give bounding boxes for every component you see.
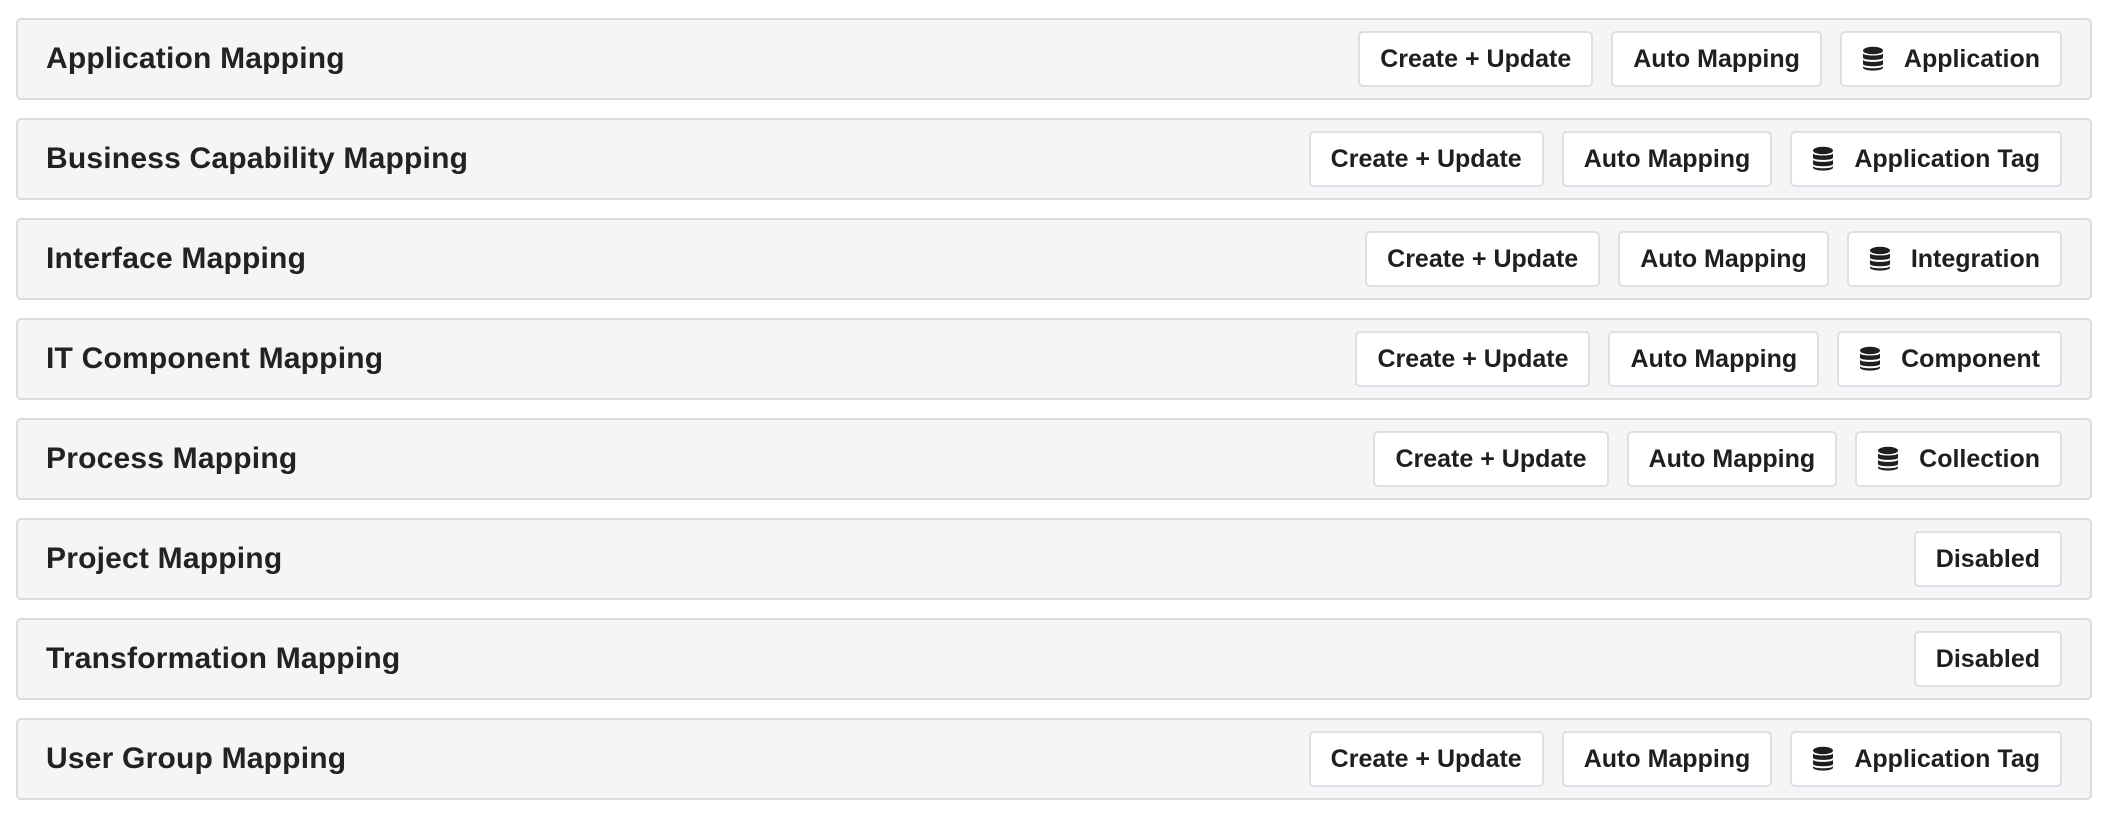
button-label: Integration xyxy=(1910,244,2040,273)
source-button[interactable]: Component xyxy=(1837,331,2062,387)
button-label: Create + Update xyxy=(1330,144,1522,173)
row-actions: Disabled xyxy=(1913,531,2062,587)
row-title: User Group Mapping xyxy=(46,742,347,775)
create-update-button[interactable]: Create + Update xyxy=(1355,331,1591,387)
source-button[interactable]: Collection xyxy=(1855,431,2062,487)
button-label: Auto Mapping xyxy=(1648,444,1816,473)
button-label: Auto Mapping xyxy=(1583,744,1751,773)
create-update-button[interactable]: Create + Update xyxy=(1373,431,1609,487)
source-button[interactable]: Application Tag xyxy=(1790,131,2062,187)
row-actions: Create + Update Auto Mapping Application… xyxy=(1308,731,2062,787)
create-update-button[interactable]: Create + Update xyxy=(1308,731,1544,787)
auto-mapping-button[interactable]: Auto Mapping xyxy=(1561,731,1773,787)
disabled-button[interactable]: Disabled xyxy=(1913,631,2062,687)
button-label: Create + Update xyxy=(1377,344,1569,373)
row-actions: Disabled xyxy=(1913,631,2062,687)
source-button[interactable]: Integration xyxy=(1846,231,2062,287)
row-actions: Create + Update Auto Mapping Component xyxy=(1355,331,2062,387)
source-button[interactable]: Application Tag xyxy=(1790,731,2062,787)
mapping-row-interface: Interface Mapping Create + Update Auto M… xyxy=(16,218,2092,300)
button-label: Application xyxy=(1903,44,2040,73)
create-update-button[interactable]: Create + Update xyxy=(1358,31,1594,87)
button-label: Create + Update xyxy=(1395,444,1587,473)
row-title: IT Component Mapping xyxy=(46,342,384,375)
button-label: Auto Mapping xyxy=(1630,344,1798,373)
mapping-row-project: Project Mapping Disabled xyxy=(16,518,2092,600)
button-label: Application Tag xyxy=(1854,144,2040,173)
button-label: Disabled xyxy=(1935,644,2040,673)
create-update-button[interactable]: Create + Update xyxy=(1365,231,1601,287)
mapping-row-application: Application Mapping Create + Update Auto… xyxy=(16,18,2092,100)
auto-mapping-button[interactable]: Auto Mapping xyxy=(1608,331,1820,387)
row-actions: Create + Update Auto Mapping Application xyxy=(1358,31,2062,87)
mapping-row-business-capability: Business Capability Mapping Create + Upd… xyxy=(16,118,2092,200)
database-icon xyxy=(1862,46,1884,72)
mapping-row-user-group: User Group Mapping Create + Update Auto … xyxy=(16,718,2092,800)
auto-mapping-button[interactable]: Auto Mapping xyxy=(1611,31,1822,87)
auto-mapping-button[interactable]: Auto Mapping xyxy=(1626,431,1838,487)
database-icon xyxy=(1859,346,1881,372)
mapping-row-transformation: Transformation Mapping Disabled xyxy=(16,618,2092,700)
row-actions: Create + Update Auto Mapping Integration xyxy=(1365,231,2062,287)
row-title: Process Mapping xyxy=(46,442,298,475)
database-icon xyxy=(1869,246,1891,272)
row-actions: Create + Update Auto Mapping Collection xyxy=(1373,431,2062,487)
button-label: Auto Mapping xyxy=(1583,144,1751,173)
row-title: Project Mapping xyxy=(46,542,283,575)
mapping-row-process: Process Mapping Create + Update Auto Map… xyxy=(16,418,2092,500)
button-label: Create + Update xyxy=(1380,44,1572,73)
disabled-button[interactable]: Disabled xyxy=(1913,531,2062,587)
row-title: Transformation Mapping xyxy=(46,642,401,675)
row-title: Application Mapping xyxy=(46,42,345,75)
database-icon xyxy=(1877,446,1899,472)
database-icon xyxy=(1812,146,1834,172)
button-label: Collection xyxy=(1919,444,2040,473)
button-label: Create + Update xyxy=(1387,244,1579,273)
create-update-button[interactable]: Create + Update xyxy=(1308,131,1544,187)
source-button[interactable]: Application xyxy=(1839,31,2062,87)
row-title: Interface Mapping xyxy=(46,242,307,275)
row-title: Business Capability Mapping xyxy=(46,142,469,175)
button-label: Auto Mapping xyxy=(1633,44,1800,73)
auto-mapping-button[interactable]: Auto Mapping xyxy=(1561,131,1773,187)
mapping-list: Application Mapping Create + Update Auto… xyxy=(0,0,2106,800)
button-label: Component xyxy=(1901,344,2040,373)
row-actions: Create + Update Auto Mapping Application… xyxy=(1308,131,2062,187)
button-label: Create + Update xyxy=(1330,744,1522,773)
database-icon xyxy=(1812,746,1834,772)
auto-mapping-button[interactable]: Auto Mapping xyxy=(1618,231,1829,287)
button-label: Disabled xyxy=(1935,544,2040,573)
button-label: Auto Mapping xyxy=(1640,244,1807,273)
button-label: Application Tag xyxy=(1854,744,2040,773)
mapping-row-it-component: IT Component Mapping Create + Update Aut… xyxy=(16,318,2092,400)
